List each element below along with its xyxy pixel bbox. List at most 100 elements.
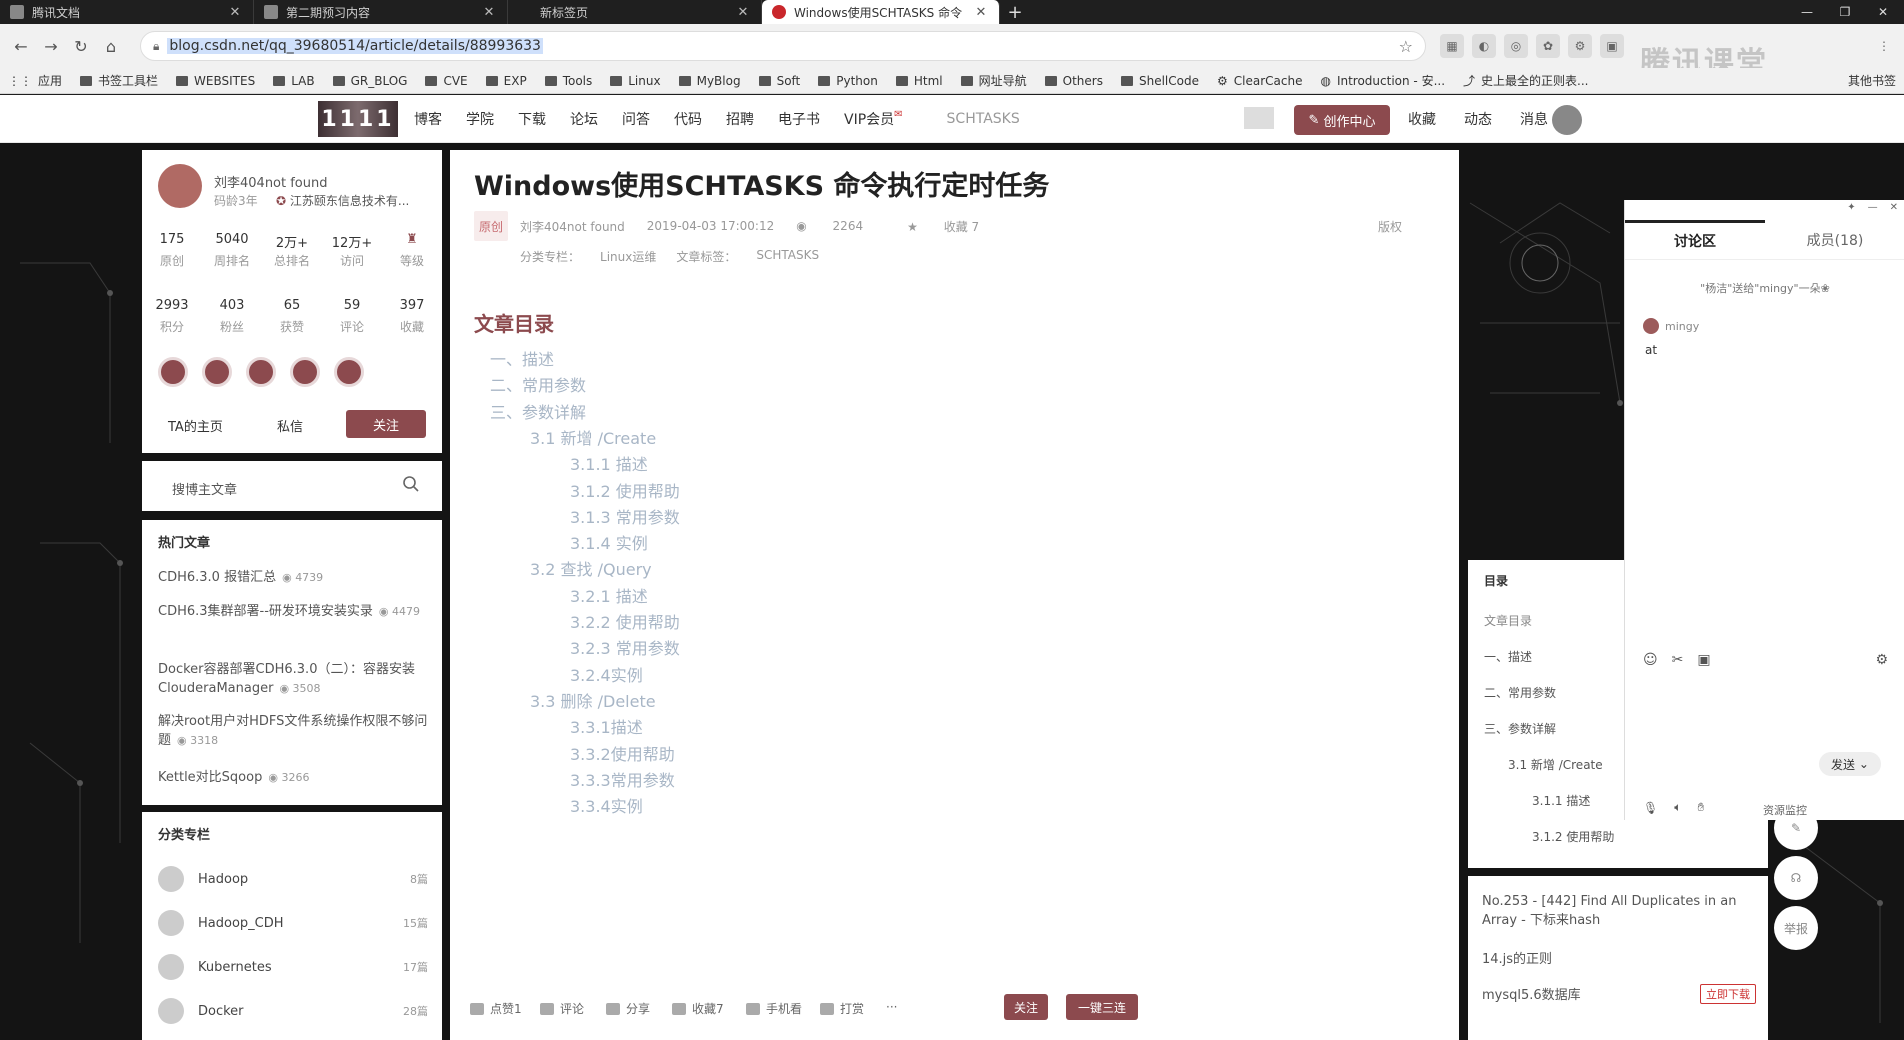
nav-code[interactable]: 代码 — [674, 109, 702, 129]
follow-button[interactable]: 关注 — [1004, 994, 1048, 1020]
toc-link[interactable]: 3.1.4 实例 — [570, 530, 648, 554]
nav-academy[interactable]: 学院 — [466, 109, 494, 129]
copyright-link[interactable]: 版权 — [1378, 218, 1402, 235]
share-button[interactable]: 分享 — [606, 1000, 650, 1017]
favorite-button[interactable]: 收藏7 — [672, 1000, 724, 1017]
reload-icon[interactable]: ↻ — [66, 31, 96, 61]
toc-link[interactable]: 3.2.2 使用帮助 — [570, 609, 680, 633]
reward-button[interactable]: 打赏 — [820, 1000, 864, 1017]
bookmark-link[interactable]: ◍ Introduction - 安... — [1320, 72, 1445, 89]
toc-link[interactable]: 3.2.1 描述 — [570, 583, 648, 607]
article-author[interactable]: 刘李404not found — [520, 218, 625, 235]
browser-tab-active[interactable]: Windows使用SCHTASKS 命令 ✕ — [762, 0, 1000, 24]
bookmark-folder[interactable]: Others — [1044, 74, 1103, 88]
author-avatar[interactable] — [158, 164, 202, 208]
hand-raise-icon[interactable]: ✋︎ — [1697, 800, 1704, 815]
bookmark-folder[interactable]: Linux — [610, 74, 661, 88]
article-favorites[interactable]: ★ 收藏 7 — [907, 218, 1001, 235]
home-icon[interactable]: ⌂ — [96, 31, 126, 61]
minimize-icon[interactable]: — — [1788, 0, 1826, 24]
nav-blog[interactable]: 博客 — [414, 109, 442, 129]
sidebar-toc-item[interactable]: 二、常用参数 — [1484, 684, 1556, 701]
toc-link[interactable]: 3.3.2使用帮助 — [570, 741, 675, 765]
author-name[interactable]: 刘李404not found — [214, 172, 328, 191]
bookmark-star-icon[interactable]: ☆ — [1399, 37, 1413, 56]
new-tab-button[interactable]: + — [1000, 0, 1030, 24]
sidebar-toc-item[interactable]: 3.1.1 描述 — [1532, 792, 1590, 809]
nav-jobs[interactable]: 招聘 — [726, 109, 754, 129]
extension-icon[interactable]: ◐ — [1472, 34, 1496, 58]
bookmark-folder[interactable]: GR_BLOG — [332, 74, 407, 88]
bookmark-folder[interactable]: 书签工具栏 — [80, 72, 158, 89]
resource-monitor[interactable]: 资源监控 — [1763, 802, 1807, 818]
toc-link[interactable]: 3.2.4实例 — [570, 662, 643, 686]
comment-button[interactable]: 评论 — [540, 1000, 584, 1017]
header-search[interactable]: SCHTASKS — [947, 111, 1020, 127]
url-text[interactable]: blog.csdn.net/qq_39680514/article/detail… — [167, 38, 543, 54]
blogger-search-input[interactable]: 搜博主文章 — [172, 479, 237, 498]
nav-messages[interactable]: 消息 — [1520, 109, 1548, 129]
bookmark-link[interactable]: ⚙ ClearCache — [1217, 74, 1302, 88]
hot-article-item[interactable]: CDH6.3.0 报错汇总 ◉ 4739 — [158, 568, 428, 587]
category-item[interactable]: Hadoop 8篇 — [158, 864, 428, 894]
close-icon[interactable]: ✕ — [1890, 202, 1898, 213]
tab-discussion[interactable]: 讨论区 — [1625, 220, 1765, 259]
extension-icon[interactable]: ▦ — [1440, 34, 1464, 58]
nav-forum[interactable]: 论坛 — [570, 109, 598, 129]
emoji-icon[interactable]: ☺ — [1643, 652, 1658, 668]
triple-action-button[interactable]: 一键三连 — [1066, 994, 1138, 1020]
download-now-button[interactable]: 立即下载 — [1700, 984, 1756, 1004]
qr-code-icon[interactable] — [1244, 107, 1274, 129]
toc-link[interactable]: 3.1.3 常用参数 — [570, 504, 680, 528]
bookmark-folder[interactable]: EXP — [485, 74, 527, 88]
report-button[interactable]: 举报 — [1774, 906, 1818, 950]
toc-link[interactable]: 3.1.1 描述 — [570, 451, 648, 475]
extension-icon[interactable]: ◎ — [1504, 34, 1528, 58]
toc-link[interactable]: 3.3.3常用参数 — [570, 767, 675, 791]
bookmark-folder[interactable]: Tools — [544, 74, 592, 88]
hot-article-item[interactable]: 解决root用户对HDFS文件系统操作权限不够问题 ◉ 3318 — [158, 712, 428, 750]
toc-link[interactable]: 3.1.2 使用帮助 — [570, 478, 680, 502]
toc-link[interactable]: 一、描述 — [490, 346, 554, 370]
settings-icon[interactable]: ⚙ — [1875, 652, 1888, 668]
close-window-icon[interactable]: ✕ — [1864, 0, 1902, 24]
nav-ebook[interactable]: 电子书 — [778, 109, 820, 129]
toc-link[interactable]: 3.3.4实例 — [570, 793, 643, 817]
create-center-button[interactable]: ✎ 创作中心 — [1294, 105, 1390, 135]
pin-icon[interactable]: ✦ — [1847, 202, 1855, 213]
minimize-icon[interactable]: — — [1868, 202, 1878, 213]
bookmark-apps[interactable]: ⋮⋮ 应用 — [8, 72, 62, 89]
category-item[interactable]: Docker 28篇 — [158, 996, 428, 1026]
extension-icon[interactable]: ▣ — [1600, 34, 1624, 58]
toc-link[interactable]: 三、参数详解 — [490, 399, 586, 423]
bookmark-folder[interactable]: Html — [895, 74, 943, 88]
badge-icon[interactable] — [246, 357, 276, 387]
nav-vip[interactable]: VIP会员✉ — [844, 109, 903, 129]
user-avatar[interactable] — [1552, 105, 1582, 135]
bookmark-link[interactable]: ⤴ 史上最全的正则表... — [1463, 72, 1588, 89]
nav-download[interactable]: 下载 — [518, 109, 546, 129]
badge-icon[interactable] — [158, 357, 188, 387]
toc-link[interactable]: 3.1 新增 /Create — [530, 425, 656, 449]
sidebar-toc-item[interactable]: 3.1.2 使用帮助 — [1532, 828, 1614, 845]
tag-link[interactable]: SCHTASKS — [756, 248, 819, 265]
close-icon[interactable]: ✕ — [481, 5, 497, 20]
csdn-logo[interactable]: 1111 — [318, 101, 398, 137]
nav-favorites[interactable]: 收藏 — [1408, 109, 1436, 129]
bookmark-folder[interactable]: MyBlog — [678, 74, 741, 88]
tab-members[interactable]: 成员(18) — [1765, 220, 1904, 259]
sidebar-toc-item[interactable]: 文章目录 — [1484, 612, 1532, 629]
badge-icon[interactable] — [290, 357, 320, 387]
forward-icon[interactable]: → — [36, 31, 66, 61]
close-icon[interactable]: ✕ — [735, 5, 751, 20]
scissors-icon[interactable]: ✂ — [1672, 652, 1684, 668]
image-icon[interactable]: ▣ — [1697, 652, 1710, 668]
badge-icon[interactable] — [202, 357, 232, 387]
follow-author-button[interactable]: 关注 — [346, 410, 426, 438]
bookmark-folder[interactable]: ShellCode — [1120, 74, 1199, 88]
column-link[interactable]: Linux运维 — [600, 248, 656, 265]
address-bar[interactable]: 🔒︎ blog.csdn.net/qq_39680514/article/det… — [140, 31, 1426, 61]
toc-link[interactable]: 3.3.1描述 — [570, 714, 643, 738]
bookmark-folder[interactable]: CVE — [425, 74, 468, 88]
hot-article-item[interactable]: Kettle对比Sqoop ◉ 3266 — [158, 768, 428, 787]
